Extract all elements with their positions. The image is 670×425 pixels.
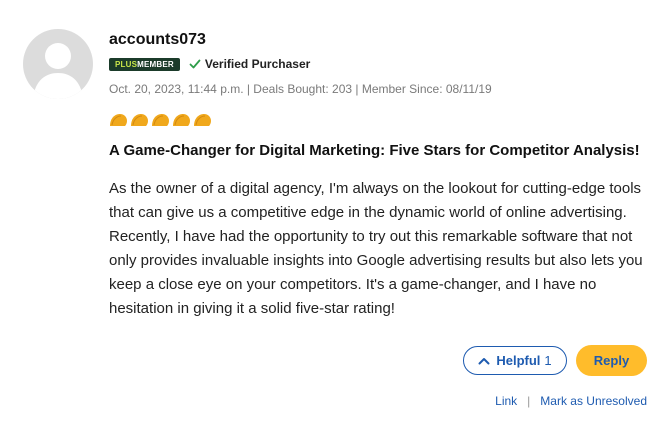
taco-icon (173, 114, 190, 126)
plus-member-badge: PLUS MEMBER (109, 57, 180, 71)
taco-icon (131, 114, 148, 126)
taco-icon (110, 114, 127, 126)
taco-icon (194, 114, 211, 126)
helpful-label: Helpful (496, 353, 541, 368)
link-separator: | (527, 394, 531, 408)
plus-label: PLUS (115, 59, 138, 69)
verified-purchaser: Verified Purchaser (189, 57, 310, 71)
review-actions: Helpful 1 Reply (463, 345, 647, 376)
badge-row: PLUS MEMBER Verified Purchaser (109, 57, 654, 71)
chevron-up-icon (478, 357, 490, 364)
review-card: accounts073 PLUS MEMBER Verified Purchase… (109, 30, 654, 321)
helpful-button[interactable]: Helpful 1 (463, 346, 567, 375)
check-icon (189, 59, 201, 69)
avatar (23, 29, 93, 99)
verified-label: Verified Purchaser (204, 57, 311, 71)
username[interactable]: accounts073 (109, 30, 654, 50)
rating (109, 111, 654, 129)
review-meta: Oct. 20, 2023, 11:44 p.m. | Deals Bought… (109, 82, 492, 96)
review-links: Link | Mark as Unresolved (495, 394, 647, 408)
review-body: As the owner of a digital agency, I'm al… (109, 180, 643, 317)
mark-unresolved-link[interactable]: Mark as Unresolved (540, 394, 647, 408)
link-link[interactable]: Link (495, 394, 517, 408)
reply-button[interactable]: Reply (576, 345, 647, 376)
member-label: MEMBER (137, 59, 174, 69)
review-title: A Game-Changer for Digital Marketing: Fi… (109, 142, 640, 159)
helpful-count: 1 (544, 353, 552, 368)
taco-icon (152, 114, 169, 126)
user-silhouette-icon (33, 43, 83, 99)
